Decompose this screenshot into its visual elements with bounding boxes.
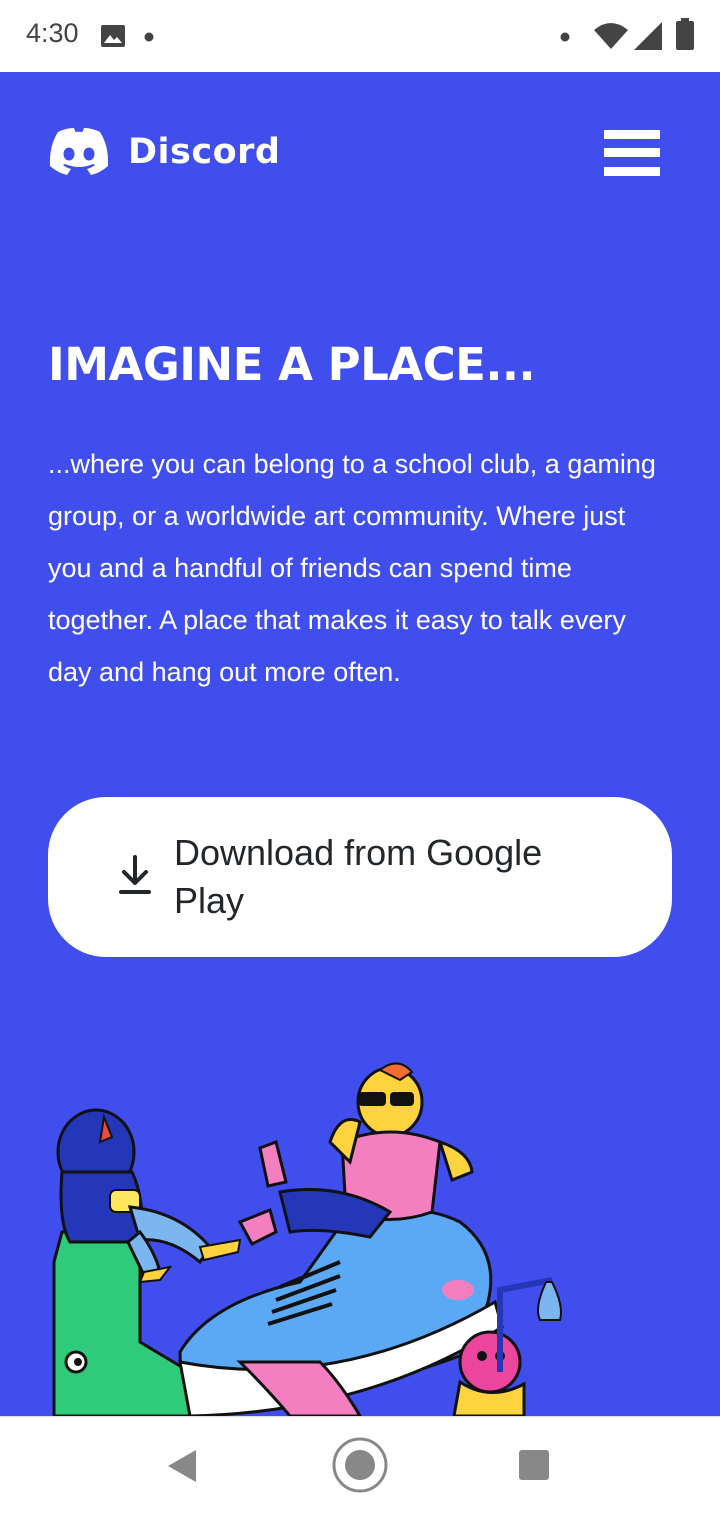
wifi-icon xyxy=(594,23,628,49)
hero-headline: IMAGINE A PLACE... xyxy=(48,338,536,391)
download-icon xyxy=(119,855,151,894)
home-circle-icon[interactable] xyxy=(332,1437,388,1493)
download-google-play-button[interactable]: Download from Google Play xyxy=(48,797,672,957)
notification-dot-icon xyxy=(144,32,154,42)
hero-section: Discord IMAGINE A PLACE... ...where you … xyxy=(0,72,720,1416)
status-bar: 4:30 xyxy=(0,0,720,72)
discord-logo-icon xyxy=(49,128,109,175)
hero-description: ...where you can belong to a school club… xyxy=(48,449,656,687)
download-button-label: Download from Google Play xyxy=(174,832,543,921)
hero-illustration xyxy=(52,1062,562,1416)
image-icon xyxy=(101,25,125,47)
recents-square-icon[interactable] xyxy=(518,1449,550,1481)
back-triangle-icon[interactable] xyxy=(166,1449,198,1483)
status-time: 4:30 xyxy=(26,18,79,48)
discord-logo-link[interactable]: Discord xyxy=(48,128,281,176)
system-nav-bar xyxy=(0,1416,720,1513)
brand-name: Discord xyxy=(128,132,281,172)
hamburger-menu-icon xyxy=(604,130,660,139)
signal-icon xyxy=(634,22,662,50)
dot-icon xyxy=(560,32,570,42)
battery-icon xyxy=(676,18,694,50)
hamburger-menu-button[interactable] xyxy=(604,130,660,176)
